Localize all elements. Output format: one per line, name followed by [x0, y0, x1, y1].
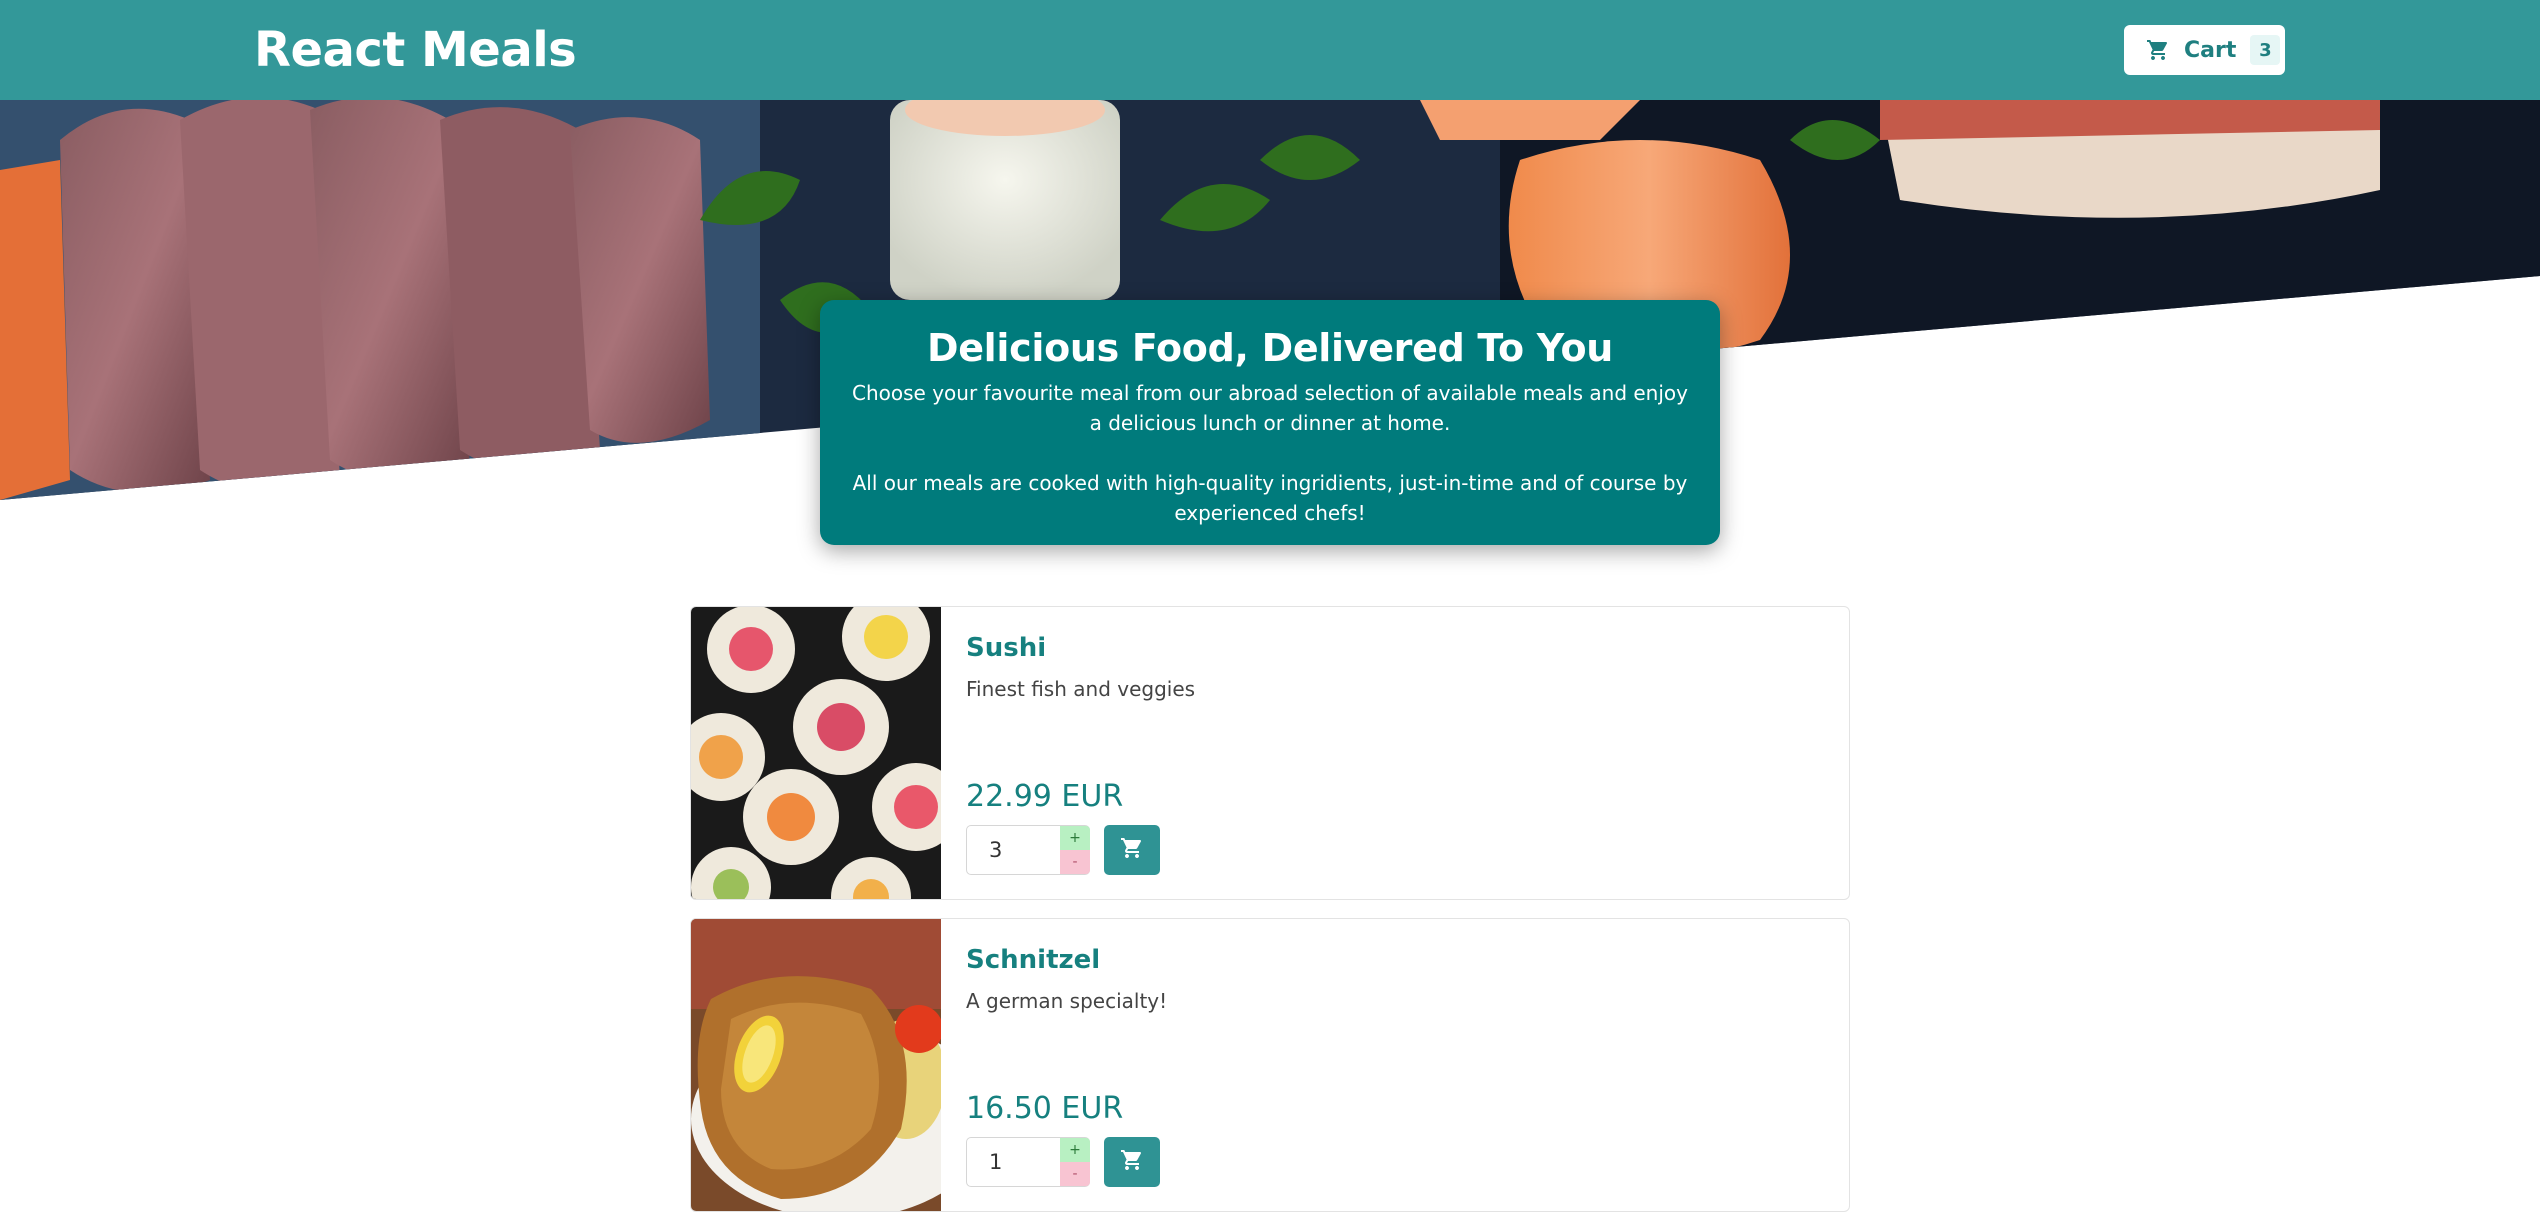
- quantity-input[interactable]: 3: [989, 838, 1002, 862]
- increment-button[interactable]: +: [1060, 1138, 1090, 1162]
- meals-summary-card: Delicious Food, Delivered To You Choose …: [820, 300, 1720, 545]
- sushi-image: [691, 607, 941, 899]
- meal-name: Sushi: [966, 633, 1047, 663]
- add-to-cart-button[interactable]: [1104, 1137, 1160, 1187]
- meal-description: A german specialty!: [966, 989, 1168, 1013]
- summary-title: Delicious Food, Delivered To You: [926, 326, 1614, 370]
- meal-name: Schnitzel: [966, 945, 1101, 975]
- brand-title: React Meals: [254, 22, 577, 78]
- cart-button[interactable]: Cart 3: [2124, 25, 2285, 75]
- meal-description: Finest fish and veggies: [966, 677, 1196, 701]
- meal-item: Schnitzel A german specialty! 16.50 EUR …: [690, 918, 1850, 1212]
- decrement-button[interactable]: -: [1060, 1162, 1090, 1186]
- shopping-cart-icon: [2146, 38, 2170, 62]
- meal-price: 22.99 EUR: [966, 779, 1124, 814]
- schnitzel-image: [691, 919, 941, 1211]
- increment-button[interactable]: +: [1060, 826, 1090, 850]
- shopping-cart-icon: [1120, 1148, 1144, 1176]
- meal-price: 16.50 EUR: [966, 1091, 1124, 1126]
- shopping-cart-icon: [1120, 836, 1144, 864]
- quantity-stepper[interactable]: 3 + -: [966, 825, 1090, 875]
- cart-count-badge: 3: [2250, 35, 2281, 65]
- summary-paragraph-2: All our meals are cooked with high-quali…: [852, 471, 1688, 525]
- meal-item: Sushi Finest fish and veggies 22.99 EUR …: [690, 606, 1850, 900]
- app-header: React Meals Cart 3: [0, 0, 2540, 100]
- quantity-input[interactable]: 1: [989, 1150, 1002, 1174]
- cart-label: Cart: [2184, 37, 2237, 63]
- add-to-cart-button[interactable]: [1104, 825, 1160, 875]
- quantity-stepper[interactable]: 1 + -: [966, 1137, 1090, 1187]
- decrement-button[interactable]: -: [1060, 850, 1090, 874]
- summary-paragraph-1: Choose your favourite meal from our abro…: [852, 381, 1688, 435]
